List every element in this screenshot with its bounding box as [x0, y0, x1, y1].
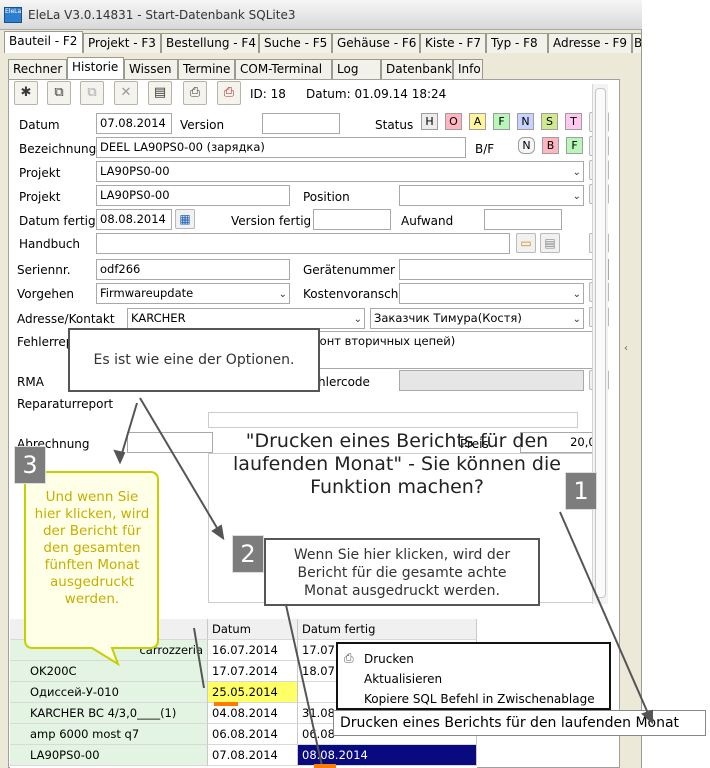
arrow-to-callout3 — [119, 402, 138, 461]
arrowhead-2 — [211, 524, 225, 541]
callout-3: Und wenn Sie hier klicken, wird der Beri… — [34, 489, 150, 607]
callout-2: Wenn Sie hier klicken, wird der Bericht … — [264, 538, 540, 606]
badge-1: 1 — [565, 472, 597, 510]
arrow-to-datum-cell — [193, 627, 205, 689]
arrowhead-3 — [113, 449, 126, 465]
badge-3: 3 — [14, 446, 46, 484]
arrow-to-fertig-cell — [285, 604, 323, 767]
badge-2: 2 — [232, 535, 264, 573]
arrow-to-status-box — [559, 511, 651, 719]
big-question-text: "Drucken eines Berichts für den laufende… — [233, 430, 561, 498]
callout-options: Es ist wie eine der Optionen. — [68, 328, 320, 392]
arrowhead-1 — [641, 709, 653, 725]
